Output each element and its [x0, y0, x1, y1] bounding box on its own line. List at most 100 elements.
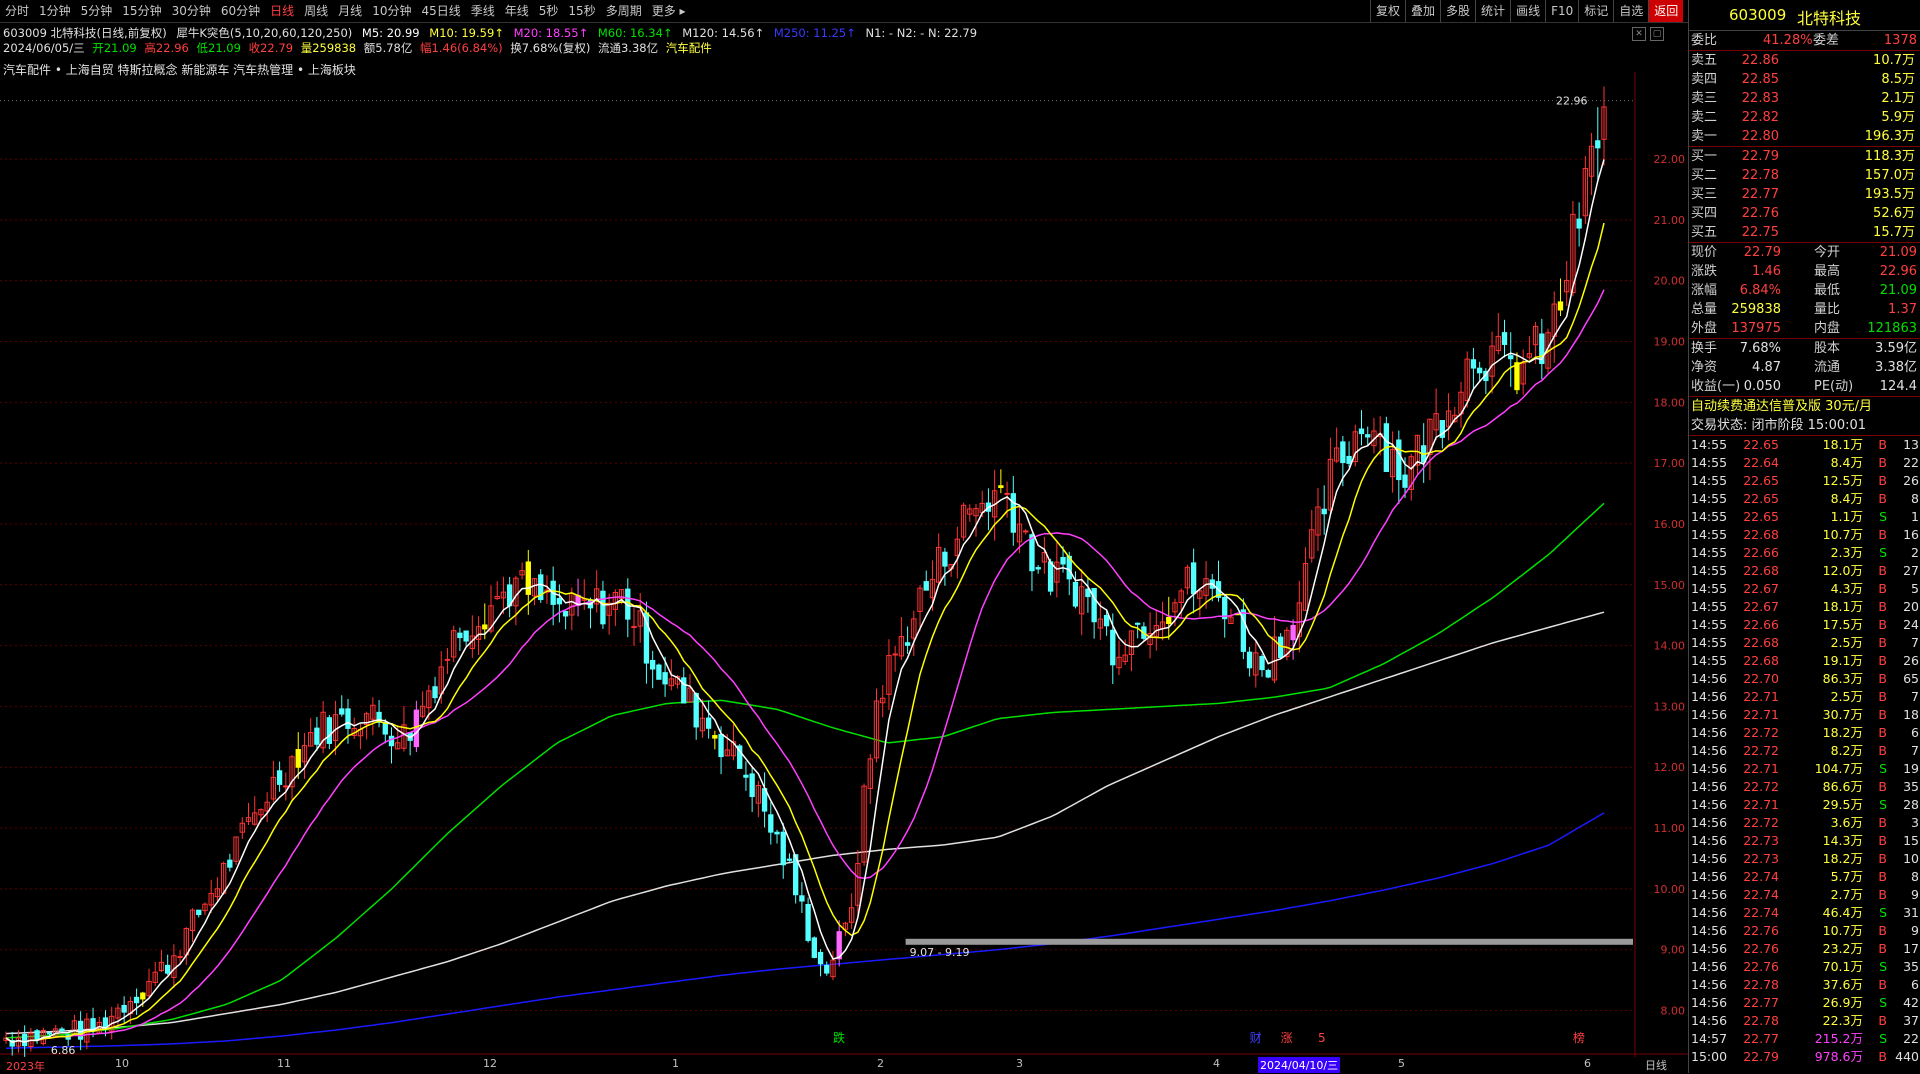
- period-tab[interactable]: 年线: [500, 0, 534, 22]
- tick-side: B: [1878, 635, 1887, 650]
- tick-row: 14:55 22.67 4.3万 B 5: [1689, 580, 1920, 598]
- toolbar-button[interactable]: 多股: [1440, 0, 1475, 22]
- toolbar-button[interactable]: 统计: [1475, 0, 1510, 22]
- stat-row: 涨跌 1.46 最高 22.96: [1689, 262, 1920, 281]
- candle-body: [1321, 508, 1327, 515]
- tick-time: 14:56: [1691, 995, 1728, 1010]
- tick-price: 22.74: [1743, 887, 1779, 902]
- tick-time: 14:55: [1691, 617, 1728, 632]
- period-tab[interactable]: 季线: [466, 0, 500, 22]
- period-tab[interactable]: 日线: [265, 0, 299, 22]
- kline-chart[interactable]: 22.00 21.00 20.00 19.00 18.00 17.00 16.00 15.00…: [0, 72, 1688, 1057]
- period-tab[interactable]: 45日线: [416, 0, 465, 22]
- candle-body: [904, 642, 911, 646]
- tick-count: 31: [1903, 905, 1919, 920]
- close-icon[interactable]: ✕: [1632, 27, 1646, 41]
- candle-body: [34, 1030, 40, 1041]
- order-label: 买五: [1691, 225, 1718, 240]
- event-marker[interactable]: 5: [1318, 1031, 1326, 1045]
- x-label-6: 6: [1584, 1057, 1591, 1070]
- toolbar-button[interactable]: 叠加: [1405, 0, 1440, 22]
- candle-body: [923, 581, 929, 591]
- tick-count: 7: [1911, 635, 1919, 650]
- tick-volume: 17.5万: [1822, 617, 1863, 632]
- period-tab[interactable]: 月线: [333, 0, 367, 22]
- tick-time: 14:55: [1691, 509, 1728, 524]
- toolbar-button[interactable]: 画线: [1510, 0, 1545, 22]
- period-tab[interactable]: 10分钟: [367, 0, 416, 22]
- stat-value: 3.59亿: [1875, 341, 1917, 356]
- stat-key: 量比: [1814, 302, 1841, 317]
- period-tab[interactable]: 60分钟: [216, 0, 265, 22]
- candle-body: [805, 903, 811, 941]
- n-values: N1: - N2: - N: 22.79: [865, 26, 978, 40]
- indicator-name[interactable]: 犀牛K突色(5,10,20,60,120,250): [176, 26, 352, 40]
- period-tab[interactable]: 5秒: [534, 0, 564, 22]
- stat-value: 259838: [1731, 302, 1781, 317]
- order-price: 22.78: [1741, 168, 1779, 183]
- period-tab[interactable]: 分时: [0, 0, 34, 22]
- promo-text[interactable]: 自动续费通达信普及版 30元/月: [1691, 397, 1872, 416]
- candle-body: [768, 814, 774, 833]
- tick-row: 14:56 22.78 37.6万 B 6: [1689, 976, 1920, 994]
- stat-value: 1.37: [1888, 302, 1917, 317]
- tick-volume: 70.1万: [1822, 959, 1863, 974]
- stat-value: 124.4: [1879, 379, 1917, 394]
- tick-volume: 2.5万: [1830, 635, 1863, 650]
- period-tab[interactable]: 多周期: [601, 0, 647, 22]
- candle-body: [140, 992, 146, 1000]
- x-label-year: 2023年: [6, 1060, 45, 1073]
- sector-label[interactable]: 汽车配件: [666, 41, 712, 55]
- candle-body: [1110, 629, 1116, 666]
- tick-time: 14:55: [1691, 455, 1728, 470]
- tick-row: 14:55 22.68 12.0万 B 27: [1689, 562, 1920, 580]
- toolbar-button[interactable]: 自选: [1613, 0, 1648, 22]
- x-label-10: 10: [115, 1057, 129, 1070]
- toolbar-button[interactable]: 标记: [1578, 0, 1613, 22]
- candle-body: [1396, 439, 1402, 481]
- candle-body: [1557, 301, 1564, 311]
- tick-volume: 19.1万: [1822, 653, 1863, 668]
- tick-price: 22.73: [1743, 851, 1779, 866]
- tick-list[interactable]: 14:55 22.65 18.1万 B 13 14:55 22.64 8.4万 B 22 14:55…: [1689, 436, 1920, 1066]
- tick-count: 5: [1911, 581, 1919, 596]
- candle-body: [562, 610, 569, 617]
- toolbar-button[interactable]: 返回: [1648, 0, 1684, 22]
- tick-side: S: [1879, 1031, 1887, 1046]
- period-tab[interactable]: 15分钟: [117, 0, 166, 22]
- tick-count: 6: [1911, 977, 1919, 992]
- tick-row: 14:56 22.74 2.7万 B 9: [1689, 886, 1920, 904]
- tick-price: 22.76: [1743, 959, 1779, 974]
- period-tab[interactable]: 5分钟: [76, 0, 118, 22]
- toolbar-button[interactable]: 复权: [1370, 0, 1405, 22]
- tick-time: 14:56: [1691, 905, 1728, 920]
- y-tick-label: 13.00: [1654, 700, 1686, 713]
- candle-body: [1029, 534, 1035, 572]
- order-volume: 157.0万: [1864, 168, 1915, 183]
- tick-volume: 18.1万: [1822, 437, 1863, 452]
- event-marker[interactable]: 榜: [1573, 1030, 1585, 1045]
- tick-volume: 2.5万: [1830, 689, 1863, 704]
- y-tick-label: 20.00: [1654, 275, 1686, 288]
- tick-count: 2: [1911, 545, 1919, 560]
- candle-body: [463, 630, 469, 642]
- promo-banner[interactable]: 自动续费通达信普及版 30元/月: [1689, 397, 1920, 416]
- event-marker[interactable]: 跌: [833, 1030, 845, 1045]
- order-price: 22.86: [1741, 53, 1779, 68]
- period-tab[interactable]: 1分钟: [34, 0, 76, 22]
- period-tab[interactable]: 周线: [299, 0, 333, 22]
- tick-volume: 1.1万: [1830, 509, 1863, 524]
- event-marker[interactable]: 财: [1250, 1031, 1262, 1045]
- event-marker[interactable]: 涨: [1281, 1030, 1293, 1045]
- tick-row: 14:56 22.72 86.6万 B 35: [1689, 778, 1920, 796]
- period-tab[interactable]: 30分钟: [167, 0, 216, 22]
- period-tab[interactable]: 更多 ▸: [647, 0, 691, 22]
- candle-body: [164, 964, 171, 974]
- tick-side: B: [1878, 671, 1887, 686]
- tick-side: B: [1878, 437, 1887, 452]
- tick-row: 14:56 22.72 18.2万 B 6: [1689, 724, 1920, 742]
- toolbar-button[interactable]: F10: [1545, 0, 1578, 22]
- candle-body: [693, 693, 699, 728]
- settings-icon[interactable]: ▢: [1650, 27, 1664, 41]
- period-tab[interactable]: 15秒: [563, 0, 600, 22]
